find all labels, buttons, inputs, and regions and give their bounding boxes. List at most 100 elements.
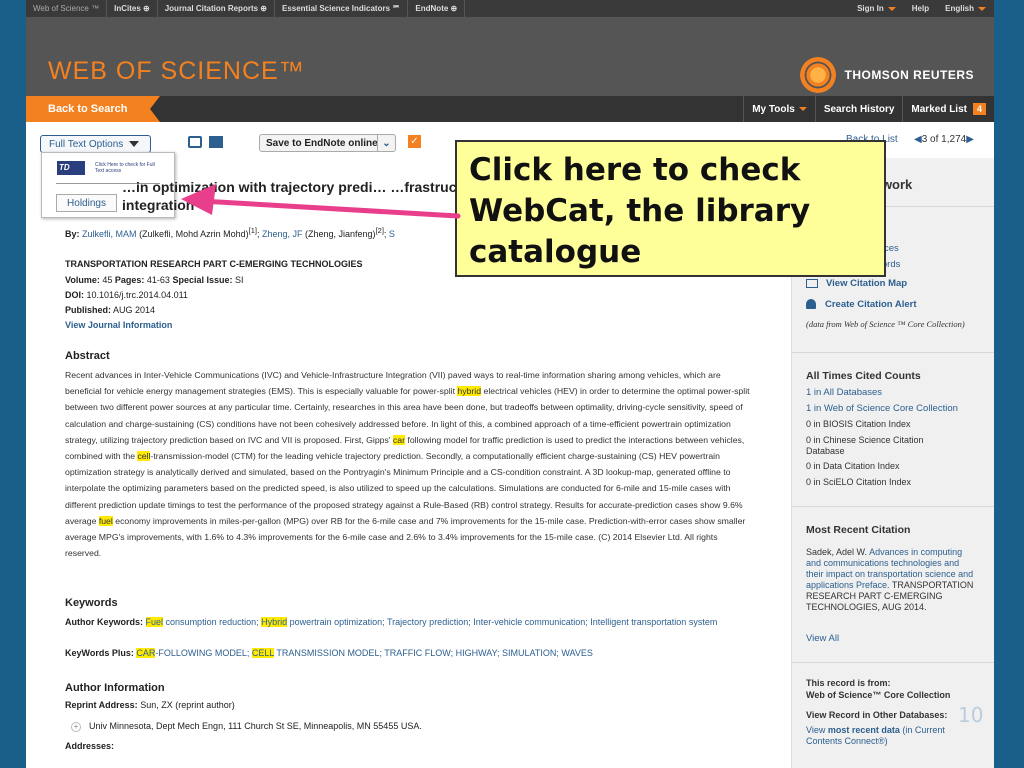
expand-plus-icon[interactable]: + — [71, 722, 81, 732]
back-to-search-button[interactable]: Back to Search — [26, 96, 160, 122]
author-affil-1[interactable]: [1] — [249, 226, 257, 235]
highlight-term: Fuel — [145, 617, 164, 627]
author-link-1[interactable]: Zulkefli, MAM — [82, 229, 137, 239]
special-issue-label: Special Issue: — [172, 275, 233, 285]
volume-value: 45 — [102, 275, 113, 285]
pages-value: 41-63 — [146, 275, 170, 285]
keyword-text: -FOLLOWING MODEL; — [155, 648, 252, 658]
previous-record-icon[interactable]: ◀ — [914, 134, 922, 145]
help-link[interactable]: Help — [904, 4, 937, 13]
cited-count-data-citation: 0 in Data Citation Index — [806, 461, 900, 471]
chevron-down-icon — [129, 141, 140, 147]
keyword-text: TRANSMISSION MODEL; TRAFFIC FLOW; HIGHWA… — [274, 648, 593, 658]
highlight-term: cell — [137, 451, 151, 462]
highlight-term: CELL — [251, 648, 275, 658]
record-from-label: This record is from: — [806, 678, 891, 688]
chevron-down-icon: ⌄ — [377, 135, 395, 151]
top-utility-bar: Web of Science ™ InCites ⊕ Journal Citat… — [26, 0, 994, 17]
record-title: …in optimization with trajectory predi… … — [122, 179, 483, 213]
chevron-down-icon — [978, 6, 986, 11]
address-row: + Univ Minnesota, Dept Mech Engn, 111 Chu… — [71, 721, 422, 732]
cited-count-chinese: 0 in Chinese Science Citation Database — [806, 435, 924, 456]
data-source-note: (data from Web of Science ™ Core Collect… — [806, 319, 965, 329]
addresses-label: Addresses: — [65, 741, 115, 751]
annotation-callout: Click here to check WebCat, the library … — [455, 140, 886, 277]
volume-line: Volume: 45 Pages: 41-63 Special Issue: S… — [65, 275, 244, 285]
create-citation-alert-label: Create Citation Alert — [825, 299, 917, 310]
next-record-icon[interactable]: ▶ — [966, 134, 974, 145]
citation-author: Sadek, Adel W. — [806, 547, 868, 557]
chevron-down-icon — [887, 6, 896, 11]
save-to-endnote-select[interactable]: Save to EndNote online ⌄ — [259, 134, 396, 152]
link-incites[interactable]: InCites ⊕ — [107, 0, 158, 17]
keywords-heading: Keywords — [65, 597, 118, 609]
language-menu[interactable]: English — [937, 4, 994, 13]
keyword-link[interactable]: CAR-FOLLOWING MODEL; CELL TRANSMISSION M… — [136, 648, 593, 658]
link-journal-citation-reports[interactable]: Journal Citation Reports ⊕ — [158, 0, 275, 17]
keywords-plus: KeyWords Plus: CAR-FOLLOWING MODEL; CELL… — [65, 648, 593, 658]
view-citation-map-label: View Citation Map — [826, 278, 908, 289]
chevron-down-icon — [798, 107, 807, 111]
author-full-2: (Zheng, Jianfeng) — [305, 229, 376, 239]
keyword-text: powertrain optimization; Trajectory pred… — [287, 617, 718, 627]
cited-count-all-databases[interactable]: 1 in All Databases — [806, 387, 882, 398]
print-icon[interactable] — [188, 136, 202, 148]
doi-value: 10.1016/j.trc.2014.04.011 — [86, 290, 188, 300]
sidebar-divider — [792, 352, 994, 353]
my-tools-menu[interactable]: My Tools — [743, 96, 815, 122]
doi-line: DOI: 10.1016/j.trc.2014.04.011 — [65, 290, 188, 300]
highlight-term: fuel — [98, 515, 113, 526]
check-full-text-label: Click Here to check for Full Text access — [95, 162, 155, 174]
view-most-recent-data-link[interactable]: View most recent data (in Current Conten… — [806, 725, 976, 747]
volume-label: Volume: — [65, 275, 100, 285]
link-web-of-science[interactable]: Web of Science ™ — [26, 0, 108, 17]
reprint-address-value: Sun, ZX (reprint author) — [140, 700, 235, 710]
search-history-link[interactable]: Search History — [814, 96, 903, 122]
view-journal-information-link[interactable]: View Journal Information — [65, 320, 172, 330]
record-pager: ◀3 of 1,274▶ — [914, 134, 974, 145]
authors-line: By: Zulkefli, MAM (Zulkefli, Mohd Azrin … — [65, 226, 395, 239]
published-label: Published: — [65, 305, 112, 315]
view-citation-map-link[interactable]: View Citation Map — [806, 278, 907, 289]
marked-list-label: Marked List — [911, 103, 967, 115]
sign-in-menu[interactable]: Sign In — [849, 4, 904, 13]
author-information-heading: Author Information — [65, 682, 165, 694]
abstract-heading: Abstract — [65, 350, 110, 362]
sidebar-divider — [792, 662, 994, 663]
marked-list-link[interactable]: Marked List 4 — [902, 96, 994, 122]
bell-icon — [806, 299, 816, 310]
checkmark-icon[interactable]: ✓ — [408, 135, 421, 148]
author-link-2[interactable]: Zheng, JF — [262, 229, 303, 239]
sidebar-divider — [792, 506, 994, 507]
keyword-link[interactable]: Fuel consumption reduction; Hybrid power… — [145, 617, 718, 627]
published-line: Published: AUG 2014 — [65, 305, 155, 315]
holdings-button[interactable]: Holdings — [56, 194, 117, 212]
web-of-science-logo[interactable]: WEB OF SCIENCE™ — [48, 57, 305, 86]
abstract-part-5: economy improvements in miles-per-gallon… — [65, 515, 746, 559]
save-to-endnote-label: Save to EndNote online — [266, 137, 378, 149]
link-essential-science-indicators[interactable]: Essential Science Indicators ℠ — [275, 0, 409, 17]
full-text-options-button[interactable]: Full Text Options — [40, 135, 151, 153]
cited-count-biosis: 0 in BIOSIS Citation Index — [806, 419, 911, 429]
most-recent-data-label: most recent data — [827, 725, 900, 735]
view-all-link[interactable]: View All — [806, 633, 839, 644]
author-affil-2[interactable]: [2] — [376, 226, 384, 235]
my-tools-label: My Tools — [752, 103, 795, 115]
thomson-reuters-orb-icon — [800, 57, 837, 93]
cited-count-scielo: 0 in SciELO Citation Index — [806, 477, 912, 487]
cited-count-core-collection[interactable]: 1 in Web of Science Core Collection — [806, 403, 958, 414]
author-keywords-label: Author Keywords: — [65, 617, 144, 627]
email-icon[interactable] — [209, 136, 223, 148]
sign-in-label: Sign In — [857, 4, 884, 13]
highlight-term: CAR — [136, 648, 156, 658]
link-endnote[interactable]: EndNote ⊕ — [408, 0, 466, 17]
special-issue-value: SI — [235, 275, 244, 285]
reprint-address-label: Reprint Address: — [65, 700, 138, 710]
publisher-name: THOMSON REUTERS — [844, 68, 974, 82]
check-full-text-link[interactable]: TD Click Here to check for Full Text acc… — [57, 161, 161, 175]
abstract-part-4: -transmission-model (CTM) for the leadin… — [65, 451, 743, 526]
create-citation-alert-link[interactable]: Create Citation Alert — [806, 299, 917, 310]
authors-prefix: By: — [65, 229, 80, 239]
author-link-3[interactable]: S — [389, 229, 395, 239]
author-keywords: Author Keywords: Fuel consumption reduct… — [65, 614, 755, 630]
